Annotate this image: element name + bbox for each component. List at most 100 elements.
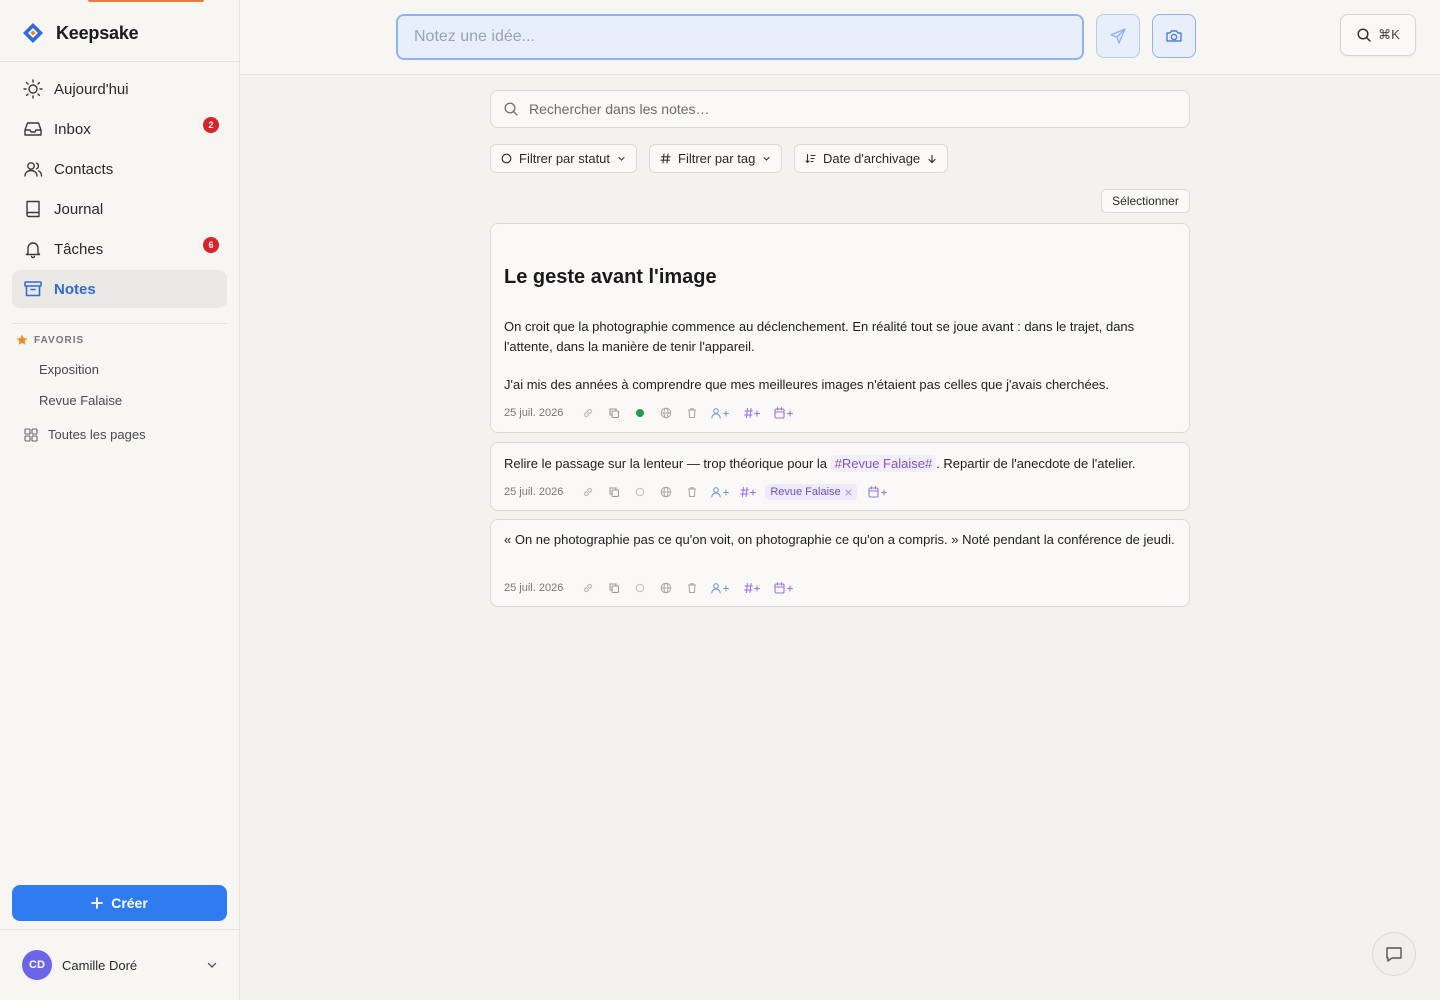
tasks-count-badge: 6 — [203, 237, 219, 253]
chat-bubble-icon — [1384, 944, 1404, 964]
add-date-icon[interactable] — [769, 581, 801, 595]
trash-icon[interactable] — [679, 485, 705, 499]
arrow-down-icon — [927, 154, 937, 164]
copy-icon[interactable] — [601, 581, 627, 595]
filter-label: Filtrer par tag — [678, 151, 756, 166]
sidebar-divider — [0, 61, 239, 62]
quick-idea-input[interactable] — [396, 14, 1084, 60]
favorites-divider — [12, 323, 227, 324]
select-button[interactable]: Sélectionner — [1101, 189, 1190, 213]
notes-search-input[interactable] — [529, 101, 1169, 117]
sidebar-item-label: Contacts — [54, 160, 114, 178]
notes-search[interactable] — [490, 90, 1190, 128]
note-meta: 25 juil. 2026 — [504, 581, 801, 595]
sidebar-item-tasks[interactable]: Tâches 6 — [12, 230, 227, 268]
camera-button[interactable] — [1152, 14, 1196, 58]
search-icon — [503, 101, 519, 117]
top-bar: ⌘K — [240, 0, 1440, 75]
sort-button[interactable]: Date d'archivage — [794, 144, 949, 173]
bell-icon — [22, 238, 44, 260]
chat-support-button[interactable] — [1372, 932, 1416, 976]
add-person-icon[interactable] — [705, 485, 737, 499]
user-menu[interactable]: CD Camille Doré — [22, 950, 218, 980]
note-text-after: . Repartir de l'anecdote de l'atelier. — [936, 456, 1136, 471]
note-text-before: Relire le passage sur la lenteur — trop … — [504, 456, 831, 471]
user-name: Camille Doré — [62, 957, 138, 973]
link-icon[interactable] — [575, 485, 601, 499]
note-card[interactable]: Le geste avant l'image On croit que la p… — [490, 223, 1190, 433]
add-tag-icon[interactable] — [737, 485, 761, 499]
command-search-button[interactable]: ⌘K — [1340, 14, 1416, 56]
add-date-icon[interactable] — [863, 485, 895, 499]
add-person-icon[interactable] — [705, 406, 737, 420]
sidebar-item-notes[interactable]: Notes — [12, 270, 227, 308]
star-icon — [16, 334, 28, 346]
sidebar-item-today[interactable]: Aujourd'hui — [12, 70, 227, 108]
note-text: « On ne photographie pas ce qu'on voit, … — [504, 532, 1175, 547]
all-pages-link[interactable]: Toutes les pages — [24, 427, 146, 442]
tag-filter-button[interactable]: Filtrer par tag — [649, 144, 783, 173]
favorite-item[interactable]: Revue Falaise — [39, 393, 122, 408]
plus-icon — [91, 897, 104, 909]
tag-chip[interactable]: Revue Falaise — [765, 484, 857, 500]
add-tag-icon[interactable] — [737, 406, 769, 420]
link-icon[interactable] — [575, 406, 601, 420]
favorite-item[interactable]: Exposition — [39, 362, 99, 377]
trash-icon[interactable] — [679, 406, 705, 420]
chevron-down-icon — [206, 959, 218, 971]
archive-icon — [22, 278, 44, 300]
send-button[interactable] — [1096, 14, 1140, 58]
sidebar-item-label: Inbox — [54, 120, 91, 138]
chevron-down-icon — [617, 154, 626, 163]
inbox-icon — [22, 118, 44, 140]
note-title: Le geste avant l'image — [504, 266, 717, 288]
add-date-icon[interactable] — [769, 406, 801, 420]
search-icon — [1356, 27, 1372, 43]
sidebar-item-contacts[interactable]: Contacts — [12, 150, 227, 188]
globe-icon[interactable] — [653, 485, 679, 499]
chevron-down-icon — [762, 154, 771, 163]
link-icon[interactable] — [575, 581, 601, 595]
note-card[interactable]: Relire le passage sur la lenteur — trop … — [490, 442, 1190, 511]
create-label: Créer — [111, 895, 148, 911]
note-date: 25 juil. 2026 — [504, 582, 564, 594]
avatar: CD — [22, 950, 52, 980]
status-empty-circle-icon[interactable] — [627, 485, 653, 499]
note-card[interactable]: « On ne photographie pas ce qu'on voit, … — [490, 519, 1190, 607]
sidebar-footer-divider — [0, 929, 239, 930]
sidebar-item-inbox[interactable]: Inbox 2 — [12, 110, 227, 148]
sidebar-nav: Aujourd'hui Inbox 2 Contacts Journal Tâc… — [12, 70, 227, 310]
shortcut-label: ⌘K — [1378, 27, 1400, 42]
app-name: Keepsake — [56, 22, 139, 43]
sidebar-item-label: Tâches — [54, 240, 104, 258]
copy-icon[interactable] — [601, 485, 627, 499]
note-paragraph: On croit que la photographie commence au… — [504, 319, 1135, 354]
note-date: 25 juil. 2026 — [504, 407, 564, 419]
status-done-dot-icon[interactable] — [627, 406, 653, 420]
close-icon[interactable] — [845, 488, 852, 496]
add-tag-icon[interactable] — [737, 581, 769, 595]
globe-icon[interactable] — [653, 406, 679, 420]
status-filter-button[interactable]: Filtrer par statut — [490, 144, 638, 173]
sun-icon — [22, 78, 44, 100]
book-icon — [22, 198, 44, 220]
create-button[interactable]: Créer — [12, 885, 227, 921]
hash-icon — [660, 153, 671, 164]
add-person-icon[interactable] — [705, 581, 737, 595]
users-icon — [22, 158, 44, 180]
note-text: Relire le passage sur la lenteur — trop … — [504, 454, 1176, 474]
brand[interactable]: Keepsake — [22, 20, 139, 46]
inline-tag-link[interactable]: #Revue Falaise# — [830, 455, 937, 472]
inbox-count-badge: 2 — [203, 117, 219, 133]
sidebar-item-journal[interactable]: Journal — [12, 190, 227, 228]
sort-label: Date d'archivage — [823, 151, 921, 166]
trash-icon[interactable] — [679, 581, 705, 595]
globe-icon[interactable] — [653, 581, 679, 595]
sidebar: Keepsake Aujourd'hui Inbox 2 Contacts Jo… — [0, 0, 240, 1000]
note-meta: 25 juil. 2026 — [504, 406, 801, 420]
status-empty-circle-icon[interactable] — [627, 581, 653, 595]
copy-icon[interactable] — [601, 406, 627, 420]
grid-icon — [24, 427, 38, 442]
favorites-label: FAVORIS — [34, 334, 85, 346]
sidebar-item-label: Journal — [54, 200, 104, 218]
